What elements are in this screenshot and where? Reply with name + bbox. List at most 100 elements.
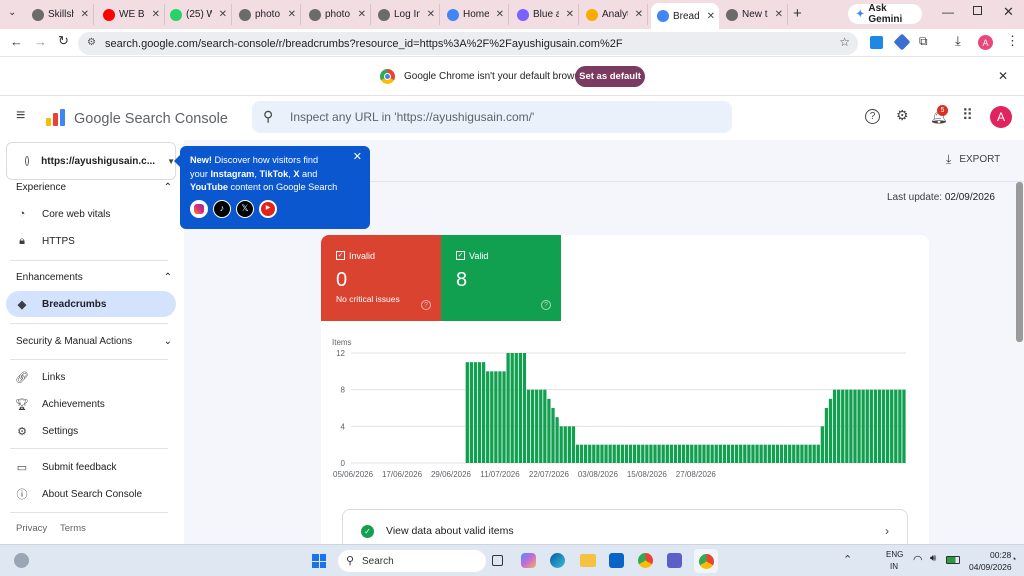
- help-icon[interactable]: ?: [421, 300, 431, 310]
- x-tick-label: 11/07/2026: [480, 470, 520, 479]
- outlook-icon[interactable]: [609, 553, 624, 568]
- youtube-icon[interactable]: ▶: [259, 199, 277, 218]
- tab-close-icon[interactable]: ✕: [219, 9, 227, 20]
- browser-tab[interactable]: Bread ✕: [651, 3, 719, 29]
- bookmark-star-icon[interactable]: ☆: [839, 35, 850, 49]
- instagram-icon[interactable]: [190, 199, 208, 218]
- sidebar-item-submit-feedback[interactable]: ▭ Submit feedback: [6, 454, 176, 480]
- section-security[interactable]: Security & Manual Actions ⌄: [16, 336, 172, 347]
- tray-chevron-icon[interactable]: ⌃: [843, 553, 852, 566]
- browser-tab[interactable]: (25) W ✕: [164, 4, 232, 25]
- sidebar-item-https[interactable]: 🔒︎ HTTPS: [6, 228, 176, 254]
- tab-close-icon[interactable]: ✕: [152, 9, 160, 20]
- tab-search-chevron-icon[interactable]: ⌄: [8, 7, 16, 18]
- status-invalid-tile[interactable]: ✓ Invalid 0 No critical issues ?: [321, 235, 441, 321]
- user-settings-icon[interactable]: ⚙: [896, 107, 909, 124]
- chart-bar: [616, 444, 620, 463]
- section-enhancements[interactable]: Enhancements ⌃: [16, 272, 172, 283]
- browser-tab[interactable]: Blue a ✕: [511, 4, 579, 25]
- set-as-default-button[interactable]: Set as default: [575, 66, 645, 87]
- close-window-icon[interactable]: ✕: [1003, 4, 1014, 20]
- volume-icon[interactable]: 🔊︎: [930, 553, 936, 564]
- tab-close-icon[interactable]: ✕: [81, 9, 89, 20]
- browser-tab[interactable]: Log In ✕: [372, 4, 440, 25]
- tab-close-icon[interactable]: ✕: [288, 9, 296, 20]
- tab-close-icon[interactable]: ✕: [358, 9, 366, 20]
- browser-tab[interactable]: Analyt ✕: [580, 4, 648, 25]
- status-valid-tile[interactable]: ✓ Valid 8 ?: [441, 235, 561, 321]
- notification-center-icon[interactable]: ◔: [1011, 554, 1016, 564]
- sidebar-item-achievements[interactable]: 🏆︎ Achievements: [6, 391, 176, 417]
- sidebar-item-core-web-vitals[interactable]: ◔ Core web vitals: [6, 201, 176, 227]
- clock-date[interactable]: 04/09/2026: [969, 562, 1012, 572]
- back-icon[interactable]: ←: [10, 34, 23, 49]
- x-twitter-icon[interactable]: 𝕏: [236, 199, 254, 218]
- clock-time[interactable]: 00:28: [990, 550, 1011, 560]
- chart-bar: [612, 444, 616, 463]
- forward-icon[interactable]: →: [34, 34, 47, 49]
- sidebar-item-settings[interactable]: ⚙ Settings: [6, 418, 176, 444]
- widgets-weather-icon[interactable]: [14, 553, 29, 568]
- copilot-icon[interactable]: [521, 553, 536, 568]
- property-selector[interactable]: https://ayushigusain.c... ▼: [6, 142, 176, 180]
- extension-m-icon[interactable]: [870, 36, 883, 49]
- privacy-link[interactable]: Privacy: [16, 523, 47, 534]
- tab-close-icon[interactable]: ✕: [566, 9, 574, 20]
- terms-link[interactable]: Terms: [60, 523, 86, 534]
- chevron-right-icon: ›: [885, 524, 889, 538]
- extension-cube-icon[interactable]: [893, 33, 911, 51]
- new-tab-icon[interactable]: +: [793, 5, 802, 22]
- profile-avatar[interactable]: A: [978, 35, 993, 50]
- start-windows-icon[interactable]: [312, 554, 326, 568]
- sidebar-item-label: Achievements: [42, 398, 105, 410]
- minimize-icon[interactable]: —: [942, 5, 954, 19]
- hamburger-menu-icon[interactable]: ≡: [16, 108, 25, 124]
- region-label[interactable]: IN: [890, 562, 898, 571]
- browser-tab[interactable]: photo ✕: [303, 4, 371, 25]
- extensions-puzzle-icon[interactable]: ⧉: [919, 34, 928, 49]
- tab-close-icon[interactable]: ✕: [496, 9, 504, 20]
- chart-bar: [714, 444, 718, 463]
- edge-icon[interactable]: [550, 553, 565, 568]
- address-bar[interactable]: ⚙ search.google.com/search-console/r/bre…: [78, 32, 858, 55]
- browser-tab[interactable]: photo ✕: [233, 4, 301, 25]
- language-label[interactable]: ENG: [886, 550, 903, 559]
- site-info-icon[interactable]: ⚙: [87, 37, 96, 48]
- taskbar-search-box[interactable]: ⚲ Search: [338, 550, 486, 572]
- browser-tab[interactable]: New t ✕: [720, 4, 788, 25]
- download-icon[interactable]: ⤓: [955, 33, 961, 49]
- ask-gemini-button[interactable]: ✦ Ask Gemini: [848, 3, 922, 25]
- sidebar-item-about[interactable]: ⓘ About Search Console: [6, 481, 176, 507]
- promo-close-icon[interactable]: ✕: [353, 151, 362, 165]
- tab-close-icon[interactable]: ✕: [427, 9, 435, 20]
- menu-kebab-icon[interactable]: ⋮: [1006, 33, 1019, 49]
- file-explorer-icon[interactable]: [580, 554, 596, 567]
- scrollbar-thumb[interactable]: [1016, 182, 1023, 342]
- chart-bar: [571, 426, 576, 463]
- tab-close-icon[interactable]: ✕: [635, 9, 643, 20]
- inspect-url-search[interactable]: ⚲ Inspect any URL in 'https://ayushigusa…: [252, 101, 732, 133]
- wifi-icon[interactable]: ◠: [913, 553, 923, 566]
- sidebar-item-links[interactable]: 🔗︎ Links: [6, 364, 176, 390]
- section-experience[interactable]: Experience ⌃: [16, 182, 172, 193]
- task-view-icon[interactable]: [492, 555, 503, 566]
- browser-tab[interactable]: Skillsh ✕: [26, 4, 94, 25]
- help-icon[interactable]: ?: [541, 300, 551, 310]
- sidebar-item-breadcrumbs[interactable]: ◆ Breadcrumbs: [6, 291, 176, 317]
- apps-grid-icon[interactable]: ⠿: [962, 106, 973, 124]
- account-avatar[interactable]: A: [990, 106, 1012, 128]
- tab-close-icon[interactable]: ✕: [707, 11, 715, 22]
- browser-tab[interactable]: WE BI ✕: [97, 4, 165, 25]
- tab-close-icon[interactable]: ✕: [775, 9, 783, 20]
- restore-icon[interactable]: [973, 6, 982, 15]
- chrome-taskbar-icon[interactable]: [638, 553, 653, 568]
- reload-icon[interactable]: ↻: [58, 33, 69, 49]
- help-icon[interactable]: ?: [865, 109, 880, 124]
- infobar-close-icon[interactable]: ✕: [998, 69, 1008, 83]
- chrome-active-taskbar-icon[interactable]: [694, 549, 718, 573]
- tiktok-icon[interactable]: ♪: [213, 199, 231, 218]
- teams-icon[interactable]: [667, 553, 682, 568]
- export-button[interactable]: ⤓ EXPORT: [946, 152, 1000, 167]
- browser-tab[interactable]: Home ✕: [441, 4, 509, 25]
- battery-icon[interactable]: [946, 556, 960, 564]
